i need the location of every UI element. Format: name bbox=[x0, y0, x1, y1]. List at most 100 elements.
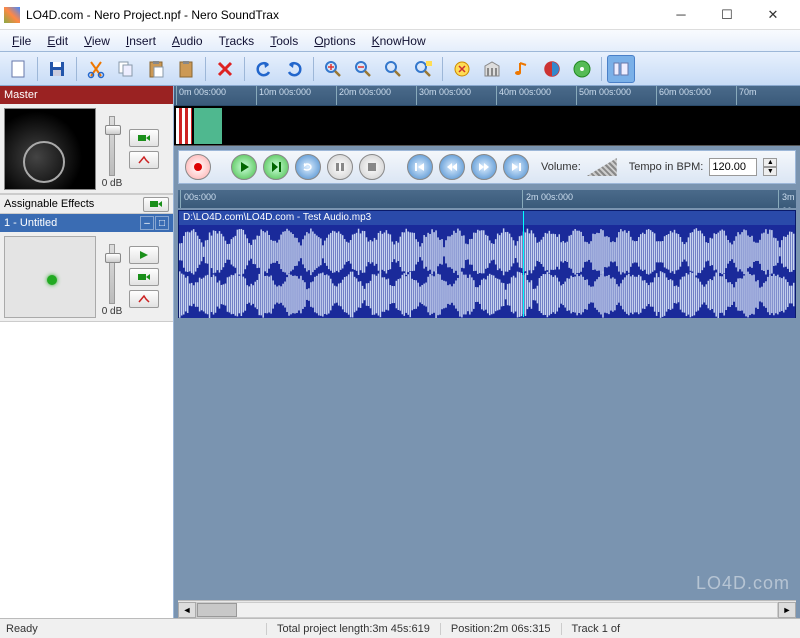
undo-button[interactable] bbox=[250, 55, 278, 83]
play-button[interactable] bbox=[231, 154, 257, 180]
menu-tracks[interactable]: Tracks bbox=[211, 32, 263, 50]
record-button[interactable] bbox=[185, 154, 211, 180]
timeline-tick: 0m 00s:000 bbox=[176, 86, 226, 105]
zoom-in-button[interactable] bbox=[319, 55, 347, 83]
track-ruler-tick: 3m 00 bbox=[778, 190, 796, 208]
timeline-ruler[interactable]: 0m 00s:000 10m 00s:000 20m 00s:000 30m 0… bbox=[174, 86, 800, 106]
separator bbox=[205, 57, 206, 81]
menu-knowhow[interactable]: KnowHow bbox=[364, 32, 434, 50]
track1-play-button[interactable] bbox=[129, 246, 159, 264]
maximize-button[interactable]: ☐ bbox=[704, 1, 750, 29]
clipboard-button[interactable] bbox=[172, 55, 200, 83]
status-length: Total project length:3m 45s:619 bbox=[266, 623, 440, 635]
menu-view[interactable]: View bbox=[76, 32, 118, 50]
right-panel: 0m 00s:000 10m 00s:000 20m 00s:000 30m 0… bbox=[174, 86, 800, 618]
separator bbox=[244, 57, 245, 81]
master-db: 0 dB bbox=[102, 178, 123, 189]
timeline-tick: 50m 00s:000 bbox=[576, 86, 631, 105]
goto-start-button[interactable] bbox=[407, 154, 433, 180]
redo-button[interactable] bbox=[280, 55, 308, 83]
forward-button[interactable] bbox=[471, 154, 497, 180]
master-fader[interactable] bbox=[109, 116, 115, 176]
volume-label: Volume: bbox=[541, 161, 581, 173]
panel-button[interactable] bbox=[607, 55, 635, 83]
copy-button[interactable] bbox=[112, 55, 140, 83]
track-minimize-button[interactable]: – bbox=[140, 216, 154, 230]
track1-body: 0 dB bbox=[0, 232, 173, 322]
loop-button[interactable] bbox=[295, 154, 321, 180]
track-ruler-tick: 2m 00s:000 bbox=[522, 190, 573, 208]
titlebar: LO4D.com - Nero Project.npf - Nero Sound… bbox=[0, 0, 800, 30]
track1-fader[interactable] bbox=[109, 244, 115, 304]
track1-buttons bbox=[124, 232, 164, 321]
tempo-spinner[interactable]: ▲▼ bbox=[763, 158, 777, 176]
overview[interactable] bbox=[174, 106, 800, 146]
track1-insert-button[interactable] bbox=[129, 268, 159, 286]
pause-button[interactable] bbox=[327, 154, 353, 180]
playhead[interactable] bbox=[523, 211, 524, 317]
horizontal-scrollbar[interactable]: ◄ ► bbox=[178, 600, 796, 618]
overview-clip[interactable] bbox=[176, 108, 192, 144]
new-button[interactable] bbox=[4, 55, 32, 83]
overview-clip[interactable] bbox=[194, 108, 222, 144]
scroll-thumb[interactable] bbox=[197, 603, 237, 617]
play-loop-button[interactable] bbox=[263, 154, 289, 180]
timeline-tick: 70m bbox=[736, 86, 757, 105]
track-ruler[interactable]: 00s:000 2m 00s:000 3m 00 bbox=[178, 190, 796, 208]
scroll-right-button[interactable]: ► bbox=[778, 602, 796, 618]
save-button[interactable] bbox=[43, 55, 71, 83]
library-button[interactable] bbox=[478, 55, 506, 83]
app-icon bbox=[4, 7, 20, 23]
scroll-track[interactable] bbox=[196, 602, 778, 618]
master-preview[interactable] bbox=[4, 108, 96, 190]
zoom-fit-button[interactable] bbox=[379, 55, 407, 83]
master-fx-button[interactable] bbox=[129, 151, 159, 169]
tempo-label: Tempo in BPM: bbox=[629, 161, 704, 173]
note-button[interactable] bbox=[508, 55, 536, 83]
minimize-button[interactable]: ─ bbox=[658, 1, 704, 29]
fx-button[interactable] bbox=[448, 55, 476, 83]
goto-end-button[interactable] bbox=[503, 154, 529, 180]
status-ready: Ready bbox=[6, 623, 266, 635]
track1-db: 0 dB bbox=[102, 306, 123, 317]
waveform bbox=[179, 225, 795, 318]
mix-button[interactable] bbox=[538, 55, 566, 83]
transport-bar: Volume: Tempo in BPM: ▲▼ bbox=[178, 150, 796, 184]
cd-button[interactable] bbox=[568, 55, 596, 83]
zoom-sel-button[interactable] bbox=[409, 55, 437, 83]
menu-audio[interactable]: Audio bbox=[164, 32, 211, 50]
track1-fader-col: 0 dB bbox=[100, 232, 124, 321]
master-buttons bbox=[124, 104, 164, 193]
stop-button[interactable] bbox=[359, 154, 385, 180]
separator bbox=[313, 57, 314, 81]
left-panel: Master 0 dB Assignable Effects 1 - Untit… bbox=[0, 86, 174, 618]
toolbar bbox=[0, 52, 800, 86]
track1-fx-button[interactable] bbox=[129, 290, 159, 308]
menu-file[interactable]: File bbox=[4, 32, 39, 50]
zoom-out-button[interactable] bbox=[349, 55, 377, 83]
rewind-button[interactable] bbox=[439, 154, 465, 180]
audio-clip[interactable]: D:\LO4D.com\LO4D.com - Test Audio.mp3 bbox=[178, 210, 796, 318]
main: Master 0 dB Assignable Effects 1 - Untit… bbox=[0, 86, 800, 618]
close-button[interactable]: ✕ bbox=[750, 1, 796, 29]
track-maximize-button[interactable]: □ bbox=[155, 216, 169, 230]
paste-button[interactable] bbox=[142, 55, 170, 83]
master-label: Master bbox=[4, 89, 38, 101]
menu-edit[interactable]: Edit bbox=[39, 32, 76, 50]
effects-add-button[interactable] bbox=[143, 197, 169, 212]
track-ruler-tick: 00s:000 bbox=[180, 190, 216, 208]
cut-button[interactable] bbox=[82, 55, 110, 83]
master-insert-button[interactable] bbox=[129, 129, 159, 147]
volume-slider[interactable] bbox=[587, 158, 617, 176]
menu-insert[interactable]: Insert bbox=[118, 32, 164, 50]
menu-options[interactable]: Options bbox=[306, 32, 363, 50]
status-track: Track 1 of bbox=[561, 623, 631, 635]
tempo-input[interactable] bbox=[709, 158, 757, 176]
track1-header[interactable]: 1 - Untitled – □ bbox=[0, 214, 173, 232]
track-area[interactable]: D:\LO4D.com\LO4D.com - Test Audio.mp3 bbox=[178, 208, 796, 600]
delete-button[interactable] bbox=[211, 55, 239, 83]
track1-pan[interactable] bbox=[4, 236, 96, 318]
menu-tools[interactable]: Tools bbox=[262, 32, 306, 50]
clip-label: D:\LO4D.com\LO4D.com - Test Audio.mp3 bbox=[179, 211, 795, 225]
scroll-left-button[interactable]: ◄ bbox=[178, 602, 196, 618]
